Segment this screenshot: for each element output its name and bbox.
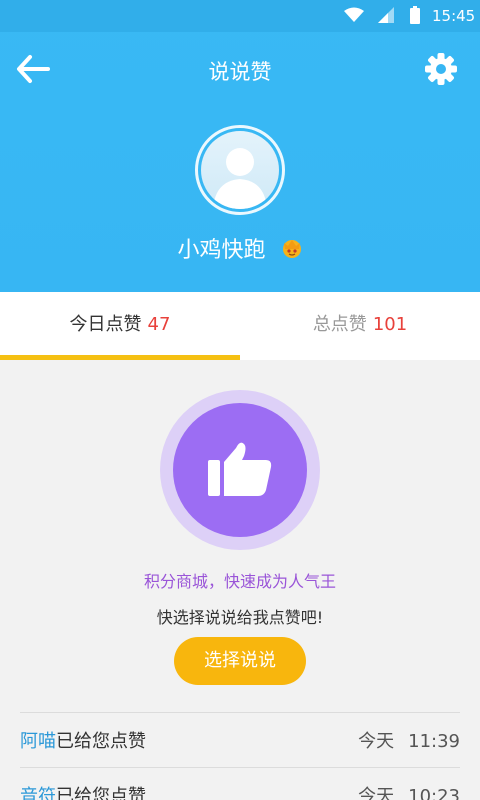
screen: 15:45 说说赞 小鸡快跑 今日点赞 47 总点赞 101 积分商城，快速成为… <box>0 0 480 800</box>
like-action: 已给您点赞 <box>56 731 146 752</box>
list-item[interactable]: 阿喵已给您点赞 今天 11:39 <box>20 712 460 767</box>
wifi-icon <box>344 7 364 22</box>
tab-label: 总点赞 <box>312 314 367 335</box>
list-item[interactable]: 音符已给您点赞 今天 10:23 <box>20 767 460 800</box>
like-day: 今天 <box>358 786 395 800</box>
like-action: 已给您点赞 <box>56 786 146 800</box>
thumbs-up-icon <box>208 442 272 496</box>
tab-label: 今日点赞 <box>69 314 142 335</box>
tab-total-likes[interactable]: 总点赞 101 <box>240 292 480 360</box>
select-post-button[interactable]: 选择说说 <box>174 637 306 685</box>
status-time: 15:45 <box>432 7 476 25</box>
tab-today-likes[interactable]: 今日点赞 47 <box>0 292 240 360</box>
header: 15:45 说说赞 小鸡快跑 <box>0 0 480 292</box>
hint-text: 快选择说说给我点赞吧! <box>156 608 324 627</box>
settings-gear-icon[interactable] <box>424 52 458 86</box>
crown-emoji-icon <box>282 240 301 258</box>
like-day: 今天 <box>358 731 395 752</box>
avatar[interactable] <box>195 125 285 215</box>
username: 小鸡快跑 <box>0 232 480 264</box>
promo-text[interactable]: 积分商城，快速成为人气王 <box>0 568 480 592</box>
like-message: 阿喵已给您点赞 <box>20 727 146 753</box>
tab-count: 47 <box>147 314 171 335</box>
like-time: 11:39 <box>408 731 460 752</box>
liker-name[interactable]: 阿喵 <box>20 731 56 752</box>
like-list: 阿喵已给您点赞 今天 11:39 音符已给您点赞 今天 10:23 <box>0 712 480 800</box>
tab-count: 101 <box>372 314 408 335</box>
liker-name[interactable]: 音符 <box>20 786 56 800</box>
like-timestamp: 今天 10:23 <box>358 782 460 800</box>
like-timestamp: 今天 11:39 <box>358 727 460 753</box>
page-title: 说说赞 <box>208 60 272 84</box>
battery-icon <box>410 6 420 24</box>
like-message: 音符已给您点赞 <box>20 782 146 800</box>
avatar-image <box>201 131 279 209</box>
top-bar: 说说赞 <box>0 32 480 106</box>
like-time: 10:23 <box>408 786 460 800</box>
default-user-icon <box>213 148 267 209</box>
tab-indicator <box>0 355 240 360</box>
tabs: 今日点赞 47 总点赞 101 <box>0 292 480 360</box>
status-bar: 15:45 <box>0 0 480 32</box>
username-text: 小鸡快跑 <box>177 238 266 263</box>
signal-icon <box>378 7 394 23</box>
